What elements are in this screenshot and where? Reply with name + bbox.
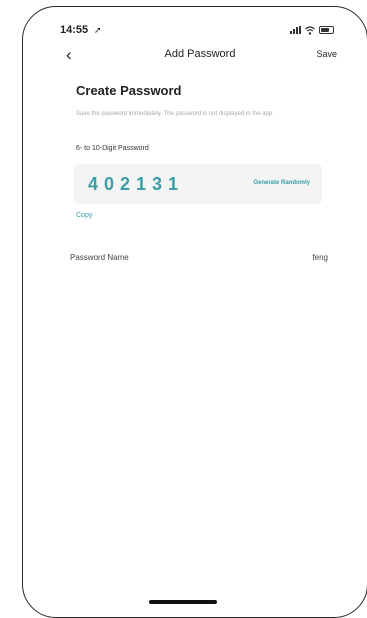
status-icons [290,24,334,36]
generate-randomly-button[interactable]: Generate Randomly [253,180,310,186]
page-title: Add Password [164,48,236,60]
phone-frame [22,6,367,618]
save-notice: Save the password immediately. The passw… [76,111,274,117]
password-digits: 402131 [88,174,185,194]
password-name-value[interactable]: feng [312,253,328,262]
password-display-box: 402131 Generate Randomly [74,164,322,204]
nav-bar: ‹ Add Password Save [60,44,340,66]
home-indicator [149,600,217,604]
save-button[interactable]: Save [316,49,337,59]
password-name-row[interactable]: Password Name feng [70,253,328,267]
password-length-label: 6- to 10-Digit Password [76,145,149,152]
create-password-heading: Create Password [76,83,182,98]
status-bar: 14:55 ➚ [60,24,334,38]
status-time: 14:55 [60,24,89,36]
battery-icon [319,26,334,34]
copy-button[interactable]: Copy [76,212,92,219]
password-name-label: Password Name [70,253,129,262]
signal-icon [290,26,301,34]
location-icon: ➚ [94,25,102,35]
wifi-icon [305,25,315,35]
